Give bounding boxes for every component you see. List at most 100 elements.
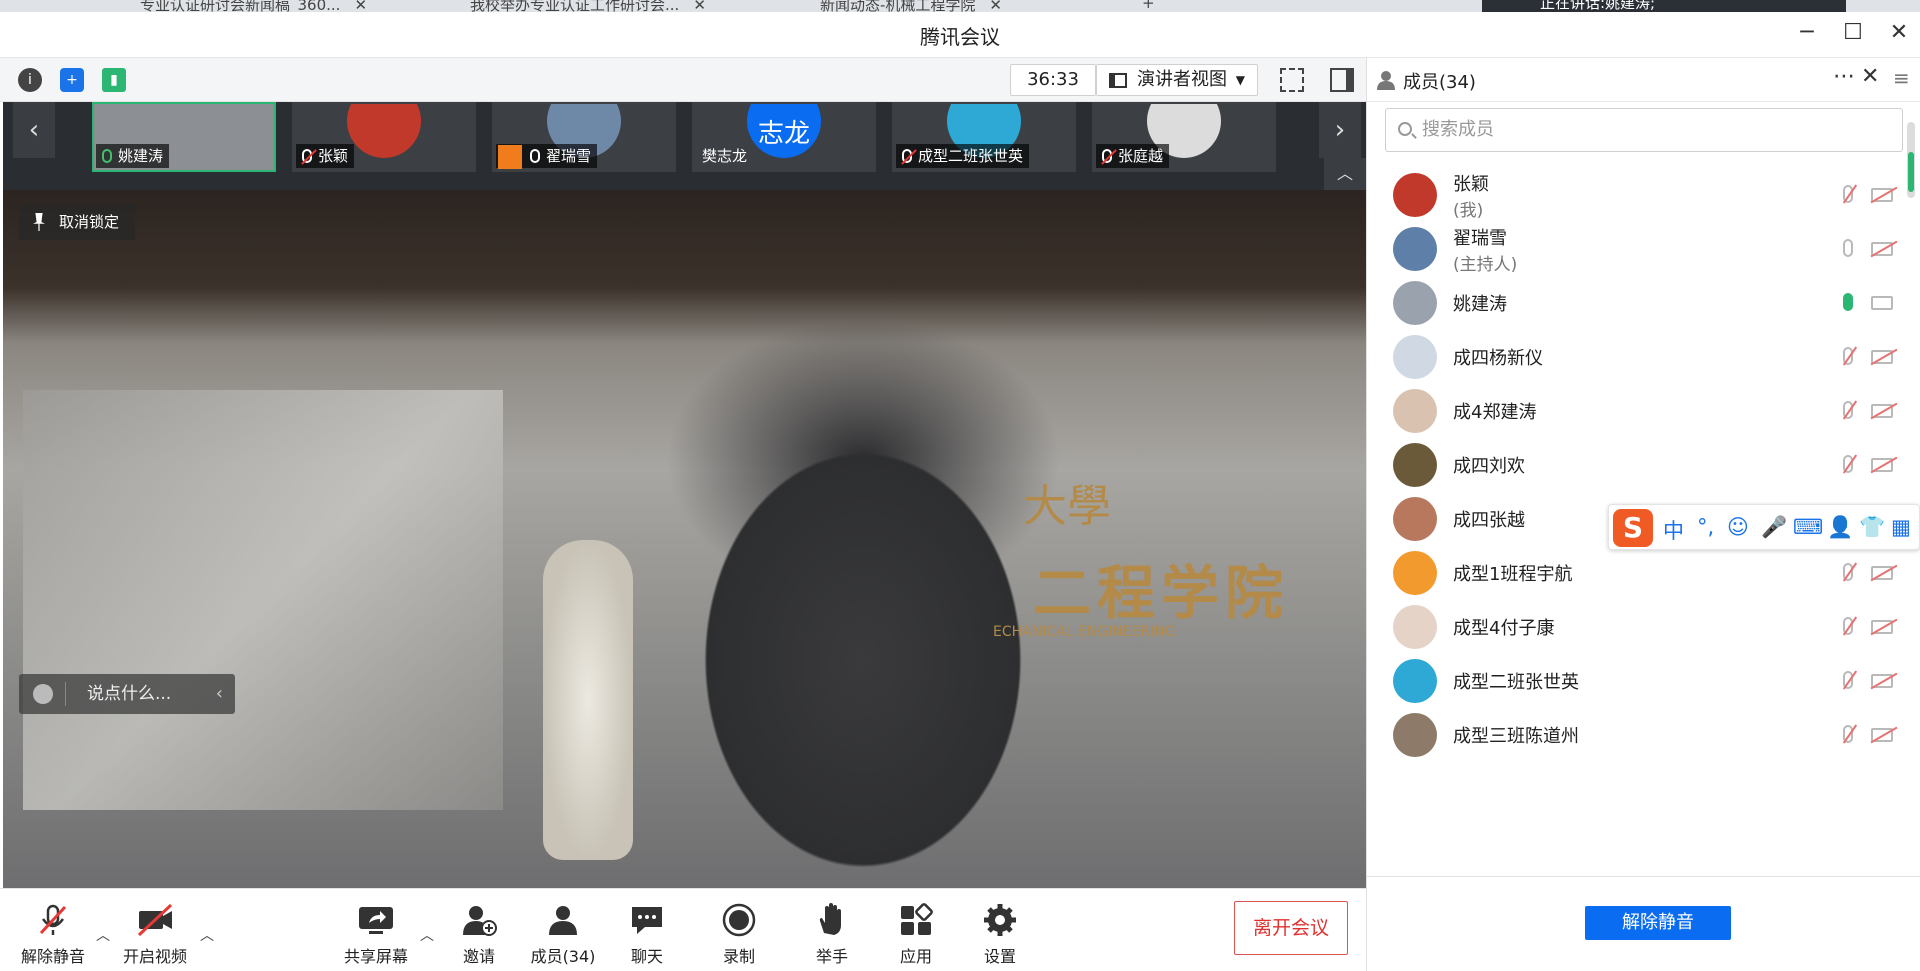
settings-button[interactable]: 设置 [955, 903, 1045, 967]
toolbox-icon[interactable]: ▦ [1891, 515, 1911, 539]
mic-muted-icon [302, 149, 312, 163]
camera-off-icon[interactable] [1871, 242, 1893, 256]
quick-chat-input[interactable]: 说点什么... ‹ [19, 674, 235, 714]
menu-icon[interactable]: ≡ [1893, 66, 1910, 90]
browser-tab-label: 新闻动态-机械工程学院 [820, 0, 976, 12]
mic-muted-icon[interactable] [1843, 185, 1853, 203]
mic-muted-icon[interactable] [1843, 617, 1853, 635]
participant-thumbnail[interactable]: 张颖 [292, 102, 476, 172]
raise-hand-button[interactable]: 举手 [787, 903, 877, 967]
voice-input-icon[interactable]: 🎤 [1761, 515, 1787, 540]
avatar [1393, 173, 1437, 217]
chevron-up-icon[interactable]: ︿ [96, 925, 110, 945]
participant-name-bar: 翟瑞雪 [496, 144, 598, 169]
close-window-icon[interactable]: ✕ [1884, 20, 1914, 45]
camera-off-icon[interactable] [1871, 188, 1893, 202]
keyboard-icon[interactable]: ⌨ [1793, 515, 1823, 539]
participant-thumbnail[interactable]: 成型二班张世英 [892, 102, 1076, 172]
camera-off-icon[interactable] [1871, 458, 1893, 472]
close-icon[interactable]: ✕ [1861, 64, 1879, 89]
participant-thumbnail[interactable]: 姚建涛 [92, 102, 276, 172]
unmute-button[interactable]: 解除静音 [8, 903, 98, 967]
search-members-input[interactable]: 搜索成员 [1385, 108, 1903, 152]
apps-label: 应用 [899, 947, 932, 966]
leave-meeting-button[interactable]: 离开会议 [1234, 901, 1348, 955]
participant-name: 翟瑞雪 [546, 147, 592, 165]
mic-icon[interactable] [1843, 293, 1853, 311]
members-button[interactable]: 成员(34) [518, 903, 608, 967]
browser-tab-label: 我校举办专业认证工作研讨会... [470, 0, 680, 12]
browser-tab[interactable]: 我校举办专业认证工作研讨会... ✕ [470, 0, 706, 12]
collapse-thumbnails-icon[interactable]: ︿ [1324, 158, 1366, 190]
invite-button[interactable]: 邀请 [434, 903, 524, 967]
share-screen-button[interactable]: 共享屏幕 [331, 903, 421, 967]
mic-muted-icon[interactable] [1843, 347, 1853, 365]
more-options-icon[interactable]: ⋯ [1833, 64, 1855, 89]
chevron-right-icon[interactable]: › [1319, 102, 1361, 158]
camera-off-icon[interactable] [1871, 404, 1893, 418]
punctuation-icon[interactable]: °, [1697, 515, 1714, 539]
sogou-logo-icon[interactable]: S [1613, 509, 1653, 547]
user-center-icon[interactable]: 👤 [1827, 515, 1853, 540]
chat-button[interactable]: 聊天 [602, 903, 692, 967]
camera-off-icon[interactable] [1871, 728, 1893, 742]
participant-thumbnail[interactable]: 张庭越 [1092, 102, 1276, 172]
info-icon[interactable]: i [18, 68, 42, 92]
avatar [1393, 605, 1437, 649]
camera-off-icon[interactable] [1871, 620, 1893, 634]
mic-muted-icon[interactable] [1843, 725, 1853, 743]
browser-tab[interactable]: 专业认证研讨会新闻稿_360... ✕ [140, 0, 367, 12]
unpin-button[interactable]: 取消锁定 [19, 204, 136, 240]
participant-thumbnail[interactable]: 志龙 樊志龙 [692, 102, 876, 172]
mic-muted-icon[interactable] [1843, 455, 1853, 473]
chevron-up-icon[interactable]: ︿ [420, 925, 434, 945]
mic-muted-icon[interactable] [1843, 671, 1853, 689]
member-name: 成四杨新仪 [1453, 348, 1543, 369]
divider [1367, 876, 1920, 877]
new-tab-icon[interactable]: + [1142, 0, 1155, 12]
view-mode-dropdown[interactable]: 演讲者视图 ▼ [1096, 64, 1258, 96]
close-icon[interactable]: ✕ [989, 0, 1002, 12]
camera-off-icon[interactable] [1871, 674, 1893, 688]
mic-muted-icon [1102, 149, 1112, 163]
chevron-up-icon[interactable]: ︿ [200, 925, 214, 945]
browser-tab[interactable]: 新闻动态-机械工程学院 ✕ [820, 0, 1002, 12]
mic-muted-icon[interactable] [1843, 563, 1853, 581]
fullscreen-icon[interactable] [1280, 68, 1304, 92]
title-bar: 腾讯会议 ─ ☐ ✕ [0, 12, 1920, 58]
close-icon[interactable]: ✕ [693, 0, 706, 12]
chevron-left-icon[interactable]: ‹ [216, 674, 223, 714]
emoji-icon[interactable]: ☺ [1727, 515, 1749, 539]
minimize-icon[interactable]: ─ [1792, 20, 1822, 45]
sidebar-toggle-icon[interactable] [1330, 68, 1354, 92]
scrollbar[interactable] [1907, 122, 1915, 198]
chevron-left-icon[interactable]: ‹ [13, 102, 55, 158]
participant-name-bar: 姚建涛 [96, 144, 170, 168]
mic-muted-icon[interactable] [1843, 401, 1853, 419]
maximize-icon[interactable]: ☐ [1838, 20, 1868, 45]
skin-icon[interactable]: 👕 [1859, 515, 1885, 540]
unmute-all-button[interactable]: 解除静音 [1585, 906, 1731, 940]
raise-hand-icon [812, 903, 852, 937]
network-signal-icon[interactable]: ▮ [102, 68, 126, 92]
participant-thumbnail[interactable]: 翟瑞雪 [492, 102, 676, 172]
security-shield-icon[interactable]: + [60, 68, 84, 92]
member-row[interactable]: 成型三班陈道州 [1367, 702, 1907, 768]
camera-off-icon[interactable] [1871, 350, 1893, 364]
video-area: ‹ 姚建涛 张颖 翟瑞雪 志龙 樊志龙 成型二班张世英 张庭越 › ︿ 大學 二… [3, 102, 1366, 888]
mic-icon[interactable] [1843, 239, 1853, 257]
settings-label: 设置 [983, 947, 1016, 966]
emoji-icon[interactable] [33, 684, 53, 704]
camera-icon[interactable] [1871, 296, 1893, 310]
participant-name: 姚建涛 [118, 147, 164, 165]
chevron-down-icon: ▼ [1235, 73, 1245, 87]
record-button[interactable]: 录制 [694, 903, 784, 967]
member-name: 成型二班张世英 [1453, 672, 1579, 693]
chinese-mode-icon[interactable]: 中 [1663, 515, 1684, 545]
camera-off-icon[interactable] [1871, 566, 1893, 580]
scrollbar-thumb[interactable] [1908, 152, 1914, 192]
close-icon[interactable]: ✕ [354, 0, 367, 12]
participant-name: 成型二班张世英 [918, 147, 1024, 165]
apps-button[interactable]: 应用 [871, 903, 961, 967]
start-video-button[interactable]: 开启视频 [110, 903, 200, 967]
